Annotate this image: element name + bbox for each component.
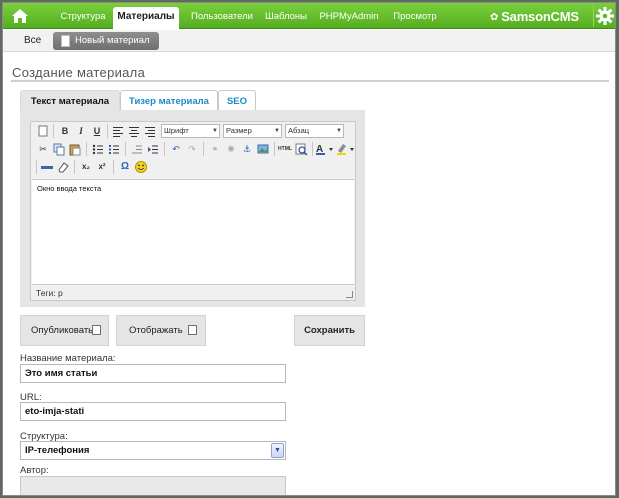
resize-handle[interactable] xyxy=(346,291,353,298)
show-checkbox[interactable] xyxy=(188,325,197,335)
structure-value: IP-телефония xyxy=(25,445,90,456)
toolbar-separator xyxy=(125,142,126,156)
anchor-icon[interactable]: ⚓ xyxy=(240,142,254,156)
image-icon[interactable] xyxy=(256,142,270,156)
link-icon[interactable]: ⚭ xyxy=(208,142,222,156)
settings-button[interactable] xyxy=(593,5,615,27)
paste-icon[interactable] xyxy=(68,142,82,156)
tab-seo[interactable]: SEO xyxy=(218,90,256,111)
top-nav: Структура Материалы Пользователи Шаблоны… xyxy=(3,3,615,29)
gear-icon xyxy=(596,7,614,25)
home-icon[interactable] xyxy=(9,7,31,25)
brand-name: SamsonCMS xyxy=(501,9,579,24)
name-label: Название материала: xyxy=(20,353,116,364)
toolbar-separator xyxy=(113,160,114,174)
bullet-list-icon[interactable] xyxy=(91,142,105,156)
sub-nav: Все Новый материал xyxy=(3,30,615,52)
title-divider xyxy=(11,80,609,82)
text-color-icon[interactable]: A xyxy=(315,142,335,156)
new-material-button[interactable]: Новый материал xyxy=(53,32,159,50)
toolbar-separator xyxy=(312,142,313,156)
show-toggle[interactable]: Отображать xyxy=(116,315,206,346)
toolbar-separator xyxy=(203,142,204,156)
undo-icon[interactable]: ↶ xyxy=(169,142,183,156)
subscript-icon[interactable]: x₂ xyxy=(79,160,93,174)
structure-select[interactable]: IP-телефония ▼ xyxy=(20,441,286,460)
chevron-down-icon: ▼ xyxy=(212,128,218,134)
toolbar-separator xyxy=(164,142,165,156)
copy-icon[interactable] xyxy=(52,142,66,156)
font-size-value: Размер xyxy=(226,126,252,135)
tab-teaser[interactable]: Тизер материала xyxy=(120,90,218,111)
horizontal-rule-icon[interactable] xyxy=(40,160,54,174)
chevron-down-icon: ▼ xyxy=(271,443,284,458)
toolbar-separator xyxy=(53,124,54,138)
align-left-icon[interactable] xyxy=(111,124,125,138)
outdent-icon[interactable] xyxy=(130,142,144,156)
toolbar-row-2: ✂ ↶ ↷ ⚭ ✺ ⚓ HTML A xyxy=(34,142,354,159)
indent-icon[interactable] xyxy=(146,142,160,156)
font-family-dropdown[interactable]: Шрифт ▼ xyxy=(161,124,220,138)
wysiwyg-editor: B I U Шрифт ▼ Размер ▼ Абзац ▼ ✂ ↶ ↷ ⚭ ✺… xyxy=(30,121,356,301)
editor-content: Окно ввода текста xyxy=(37,184,102,193)
document-icon xyxy=(61,35,70,47)
special-char-icon[interactable]: Ω xyxy=(118,160,132,174)
subnav-all[interactable]: Все xyxy=(24,30,41,52)
save-button[interactable]: Сохранить xyxy=(294,315,365,346)
content-editor-area[interactable]: Окно ввода текста xyxy=(32,179,354,285)
publish-label: Опубликовать xyxy=(31,325,94,336)
html-source-icon[interactable]: HTML xyxy=(278,142,292,156)
emoticon-icon[interactable] xyxy=(134,160,148,174)
toolbar-separator xyxy=(274,142,275,156)
show-label: Отображать xyxy=(129,325,183,336)
nav-item-phpmyadmin[interactable]: PHPMyAdmin xyxy=(319,3,379,29)
publish-toggle[interactable]: Опубликовать xyxy=(20,315,109,346)
toolbar-separator xyxy=(74,160,75,174)
brand-logo: ✿ SamsonCMS xyxy=(490,3,579,29)
align-center-icon[interactable] xyxy=(127,124,141,138)
app-window: Структура Материалы Пользователи Шаблоны… xyxy=(2,2,616,496)
italic-icon[interactable]: I xyxy=(74,124,88,138)
page-title: Создание материала xyxy=(12,65,146,80)
nav-item-materials[interactable]: Материалы xyxy=(113,7,179,29)
new-document-icon[interactable] xyxy=(36,124,50,138)
name-input[interactable]: Это имя статьи xyxy=(20,364,286,383)
preview-icon[interactable] xyxy=(294,142,308,156)
editor-status-bar: Теги: p xyxy=(36,288,63,298)
nav-item-structure[interactable]: Структура xyxy=(54,3,112,29)
publish-checkbox[interactable] xyxy=(92,325,101,335)
highlight-color-icon[interactable] xyxy=(336,142,356,156)
font-size-dropdown[interactable]: Размер ▼ xyxy=(223,124,282,138)
toolbar-separator xyxy=(86,142,87,156)
nav-item-templates[interactable]: Шаблоны xyxy=(262,3,310,29)
toolbar-separator xyxy=(107,124,108,138)
superscript-icon[interactable]: x² xyxy=(95,160,109,174)
toolbar-row-3: x₂ x² Ω xyxy=(34,160,354,177)
nav-item-users[interactable]: Пользователи xyxy=(187,3,257,29)
cut-icon[interactable]: ✂ xyxy=(36,142,50,156)
font-family-value: Шрифт xyxy=(164,126,189,135)
redo-icon[interactable]: ↷ xyxy=(185,142,199,156)
paw-icon: ✿ xyxy=(490,12,499,23)
unlink-icon[interactable]: ✺ xyxy=(224,142,238,156)
numbered-list-icon[interactable] xyxy=(107,142,121,156)
author-field[interactable] xyxy=(20,476,286,495)
clear-format-icon[interactable] xyxy=(56,160,70,174)
new-material-label: Новый материал xyxy=(75,35,150,46)
tab-material-text[interactable]: Текст материала xyxy=(20,90,120,111)
chevron-down-icon: ▼ xyxy=(336,128,342,134)
nav-item-preview[interactable]: Просмотр xyxy=(389,3,441,29)
underline-icon[interactable]: U xyxy=(90,124,104,138)
toolbar-row-1: B I U Шрифт ▼ Размер ▼ Абзац ▼ xyxy=(34,124,354,141)
format-dropdown[interactable]: Абзац ▼ xyxy=(285,124,344,138)
align-right-icon[interactable] xyxy=(143,124,157,138)
author-label: Автор: xyxy=(20,465,49,476)
toolbar-separator xyxy=(36,160,37,174)
url-input[interactable]: eto-imja-stati xyxy=(20,402,286,421)
chevron-down-icon: ▼ xyxy=(274,128,280,134)
bold-icon[interactable]: B xyxy=(58,124,72,138)
format-value: Абзац xyxy=(288,126,310,135)
